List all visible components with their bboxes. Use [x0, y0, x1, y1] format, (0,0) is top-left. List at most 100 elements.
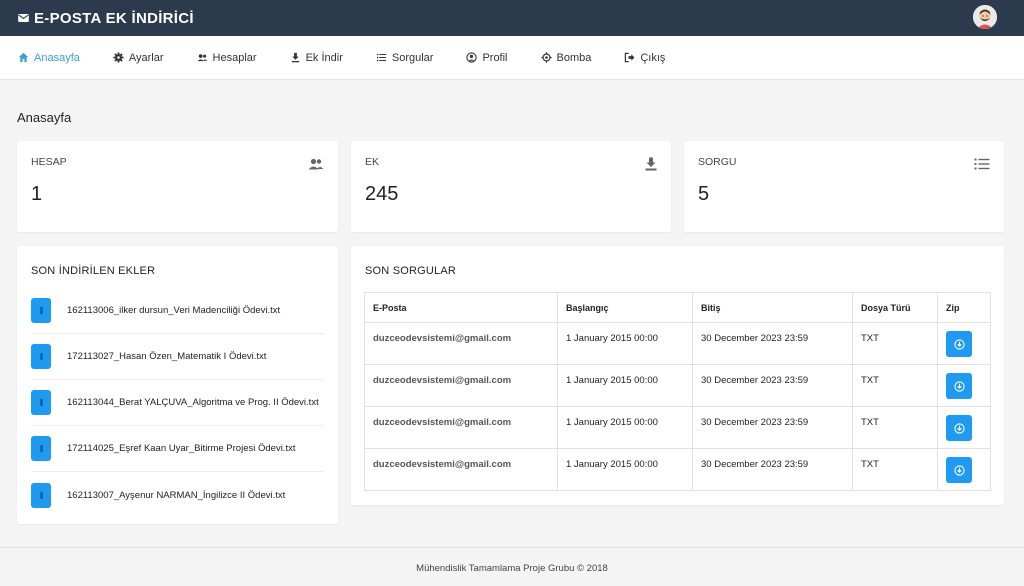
nav-item-label: Çıkış [640, 51, 666, 64]
attachment-name: 162113007_Ayşenur NARMAN_İngilizce II Öd… [67, 489, 286, 501]
avatar-image [973, 5, 997, 29]
stat-label: HESAP [31, 156, 67, 168]
stat-label: SORGU [698, 156, 737, 168]
queries-table: E-Posta Başlangıç Bitiş Dosya Türü Zip d… [364, 292, 991, 491]
footer: Mühendislik Tamamlama Proje Grubu © 2018 [0, 547, 1024, 586]
crosshair-icon [540, 52, 552, 63]
cell-zip [937, 364, 991, 407]
column-header-start: Başlangıç [557, 292, 693, 323]
download-icon [291, 52, 299, 63]
nav-item-label: Anasayfa [34, 51, 80, 64]
column-header-zip: Zip [937, 292, 991, 323]
file-icon [31, 344, 51, 369]
table-row: duzceodevsistemi@gmail.com 1 January 201… [364, 448, 991, 491]
table-row: duzceodevsistemi@gmail.com 1 January 201… [364, 322, 991, 365]
page-title: Anasayfa [17, 110, 72, 125]
zip-download-button[interactable] [946, 331, 972, 357]
list-icon [376, 53, 386, 62]
cell-email: duzceodevsistemi@gmail.com [364, 322, 558, 365]
app-brand[interactable]: E-POSTA EK İNDİRİCİ [18, 10, 194, 27]
cell-zip [937, 406, 991, 449]
cell-type: TXT [852, 406, 938, 449]
table-header-row: E-Posta Başlangıç Bitiş Dosya Türü Zip [364, 292, 991, 323]
file-icon [31, 390, 51, 415]
stat-value: 245 [365, 183, 399, 205]
nav-item-bomba[interactable]: Bomba [540, 51, 592, 64]
file-icon [31, 298, 51, 323]
table-row: duzceodevsistemi@gmail.com 1 January 201… [364, 406, 991, 449]
cell-end: 30 December 2023 23:59 [692, 448, 853, 491]
zip-download-button[interactable] [946, 373, 972, 399]
nav-item-label: Hesaplar [212, 51, 257, 64]
recent-attachments-card: SON İNDİRİLEN EKLER 162113006_ilker durs… [17, 246, 338, 524]
attachment-list: 162113006_ilker dursun_Veri Madenciliği … [31, 288, 324, 518]
nav-item-ek-indir[interactable]: Ek İndir [290, 52, 343, 64]
download-circle-icon [953, 380, 965, 392]
stat-label: EK [365, 156, 380, 168]
download-circle-icon [953, 338, 965, 350]
zip-download-button[interactable] [946, 415, 972, 441]
stat-value: 1 [31, 183, 43, 205]
cell-type: TXT [852, 448, 938, 491]
cell-start: 1 January 2015 00:00 [557, 364, 693, 407]
gear-icon [113, 52, 124, 63]
column-header-end: Bitiş [692, 292, 853, 323]
nav-item-anasayfa[interactable]: Anasayfa [18, 52, 80, 64]
recent-queries-card: SON SORGULAR E-Posta Başlangıç Bitiş Dos… [351, 246, 1004, 505]
nav-item-ayarlar[interactable]: Ayarlar [113, 52, 164, 64]
main-nav: Anasayfa Ayarlar Hesaplar Ek İndir Sorgu… [0, 36, 1024, 80]
list-item[interactable]: 172114025_Eşref Kaan Uyar_Bitirme Projes… [31, 426, 324, 472]
cell-email: duzceodevsistemi@gmail.com [364, 448, 558, 491]
list-item[interactable]: 162113007_Ayşenur NARMAN_İngilizce II Öd… [31, 472, 324, 518]
card-title: SON SORGULAR [365, 265, 457, 277]
nav-item-sorgular[interactable]: Sorgular [376, 51, 434, 64]
cell-end: 30 December 2023 23:59 [692, 322, 853, 365]
list-item[interactable]: 162113006_ilker dursun_Veri Madenciliği … [31, 288, 324, 334]
nav-item-profil[interactable]: Profil [466, 51, 508, 64]
cell-zip [937, 322, 991, 365]
mail-icon [18, 14, 29, 22]
list-icon [974, 158, 990, 170]
download-icon [645, 157, 657, 171]
nav-item-label: Sorgular [391, 51, 434, 64]
app-title: E-POSTA EK İNDİRİCİ [34, 9, 194, 27]
card-title: SON İNDİRİLEN EKLER [31, 265, 156, 277]
download-circle-icon [953, 422, 965, 434]
nav-item-label: Ek İndir [305, 51, 343, 64]
attachment-name: 162113006_ilker dursun_Veri Madenciliği … [67, 305, 281, 316]
top-bar: E-POSTA EK İNDİRİCİ [0, 0, 1024, 36]
nav-item-label: Bomba [556, 51, 592, 64]
nav-item-cikis[interactable]: Çıkış [624, 52, 665, 64]
cell-start: 1 January 2015 00:00 [557, 322, 693, 365]
column-header-type: Dosya Türü [852, 292, 938, 323]
nav-item-label: Profil [482, 51, 508, 64]
cell-start: 1 January 2015 00:00 [557, 448, 693, 491]
stat-card-queries: SORGU 5 [684, 141, 1004, 232]
cell-zip [937, 448, 991, 491]
list-item[interactable]: 162113044_Berat YALÇUVA_Algoritma ve Pro… [31, 380, 324, 426]
nav-item-hesaplar[interactable]: Hesaplar [196, 51, 257, 64]
cell-email: duzceodevsistemi@gmail.com [364, 406, 558, 449]
stat-value: 5 [698, 183, 710, 205]
footer-text: Mühendislik Tamamlama Proje Grubu © 2018 [416, 563, 608, 574]
users-icon [308, 158, 324, 170]
cell-email: duzceodevsistemi@gmail.com [364, 364, 558, 407]
stat-card-attachments: EK 245 [351, 141, 671, 232]
cell-end: 30 December 2023 23:59 [692, 406, 853, 449]
cell-end: 30 December 2023 23:59 [692, 364, 853, 407]
attachment-name: 162113044_Berat YALÇUVA_Algoritma ve Pro… [67, 397, 319, 408]
home-icon [18, 52, 29, 63]
zip-download-button[interactable] [946, 457, 972, 483]
stat-card-accounts: HESAP 1 [17, 141, 338, 232]
avatar[interactable] [973, 5, 997, 29]
file-icon [31, 436, 51, 461]
nav-item-label: Ayarlar [128, 51, 164, 64]
column-header-email: E-Posta [364, 292, 558, 323]
users-icon [196, 54, 208, 62]
attachment-name: 172114025_Eşref Kaan Uyar_Bitirme Projes… [67, 443, 296, 454]
sign-out-icon [625, 52, 635, 63]
download-circle-icon [953, 464, 965, 476]
cell-type: TXT [852, 322, 938, 365]
list-item[interactable]: 172113027_Hasan Özen_Matematik I Ödevi.t… [31, 334, 324, 380]
user-circle-icon [466, 52, 478, 63]
